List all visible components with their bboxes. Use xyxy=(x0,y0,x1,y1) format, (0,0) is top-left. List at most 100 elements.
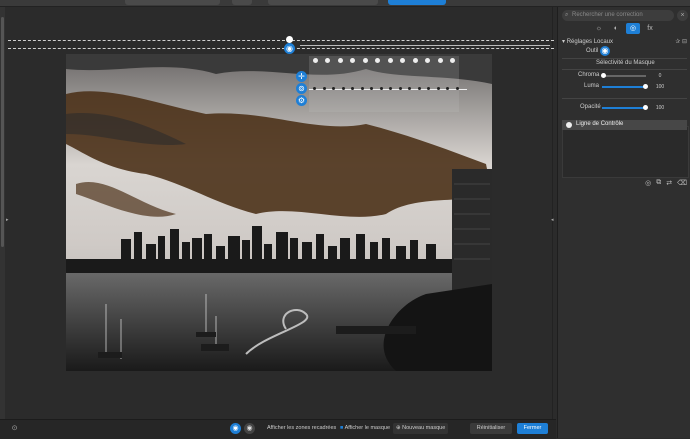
control-line-list xyxy=(562,126,689,178)
control-line-guide[interactable] xyxy=(8,40,554,41)
opacity-label: Opacité xyxy=(580,104,601,110)
contrast-icon[interactable] xyxy=(312,57,318,63)
control-line-handle[interactable] xyxy=(286,36,293,43)
divider xyxy=(562,69,687,70)
scroll-thumb[interactable] xyxy=(1,17,4,247)
selectivity-point[interactable] xyxy=(379,87,383,90)
divider xyxy=(562,58,687,59)
new-mask-label: Nouveau masque xyxy=(402,425,446,431)
add-point-icon[interactable]: ✛ xyxy=(296,71,307,82)
luma-value[interactable]: 100 xyxy=(653,84,667,91)
left-scroll-strip[interactable] xyxy=(0,7,5,419)
dot-icon[interactable] xyxy=(400,57,406,63)
selectivity-point[interactable] xyxy=(351,87,354,90)
opacity-value[interactable]: 100 xyxy=(653,105,667,112)
copy-icon[interactable]: ⧉ xyxy=(656,179,661,187)
compare-icon[interactable]: ◉ xyxy=(230,423,241,434)
selectivity-point[interactable] xyxy=(446,87,449,90)
panel-tabs: ☼ ◐ ◎ fx xyxy=(558,23,690,35)
toolbar-group[interactable] xyxy=(125,0,220,5)
cloud-icon[interactable] xyxy=(337,57,343,63)
selectivity-point[interactable] xyxy=(389,87,392,90)
selectivity-point[interactable] xyxy=(360,87,364,90)
tab-color[interactable]: ◐ xyxy=(609,23,623,34)
chroma-slider-knob[interactable] xyxy=(601,73,606,78)
swap-icon[interactable]: ⇄ xyxy=(666,179,672,187)
section-header[interactable]: ▾ Réglages Locaux xyxy=(562,38,613,45)
toolbar-group[interactable] xyxy=(232,0,252,5)
selectivity-point[interactable] xyxy=(313,87,316,90)
search-input[interactable]: ⌕ Rechercher une correction xyxy=(562,10,674,21)
dot-icon[interactable] xyxy=(437,57,443,63)
list-actions: ◎ ⧉ ⇄ ⌫ xyxy=(645,179,687,187)
dot-icon[interactable] xyxy=(387,57,393,63)
tab-light[interactable]: ☼ xyxy=(592,23,606,34)
eye-icon[interactable]: ◎ xyxy=(645,179,651,187)
tool-label: Outil xyxy=(586,48,599,54)
selectivity-point[interactable] xyxy=(408,87,411,90)
chroma-value[interactable]: 0 xyxy=(653,73,667,80)
opacity-slider-fill xyxy=(602,107,646,109)
opacity-slider-knob[interactable] xyxy=(643,105,648,110)
selectivity-icon-row xyxy=(309,56,459,64)
selectivity-point[interactable] xyxy=(427,87,430,90)
checkbox-icon[interactable]: ■ xyxy=(340,425,343,431)
dot-icon[interactable] xyxy=(450,57,456,63)
bottom-bar: ⊙ ◉ ◉ Afficher les zones recadrées ■ Aff… xyxy=(0,419,556,439)
control-line[interactable] xyxy=(300,45,550,46)
selectivity-point[interactable] xyxy=(341,87,345,90)
help-icon[interactable]: ⊙ xyxy=(9,423,20,434)
reset-button[interactable]: Réinitialiser xyxy=(470,423,512,434)
show-crop-zones-button[interactable]: Afficher les zones recadrées xyxy=(264,423,339,434)
sun-icon[interactable] xyxy=(350,57,356,63)
close-button[interactable]: Fermer xyxy=(517,423,548,434)
chevron-right-icon[interactable]: ▸ xyxy=(6,217,9,223)
dot-icon[interactable] xyxy=(375,57,381,63)
chevron-left-icon[interactable]: ◂ xyxy=(551,217,554,223)
toolbar-accent-button[interactable] xyxy=(388,0,446,5)
show-mask-toggle[interactable]: ■ Afficher le masque xyxy=(337,423,393,434)
plus-icon: ⊕ xyxy=(396,425,401,431)
new-mask-button[interactable]: ⊕ Nouveau masque xyxy=(393,423,449,434)
search-icon: ⌕ xyxy=(565,12,569,18)
selectivity-point[interactable] xyxy=(370,87,373,90)
mask-view-icon[interactable]: ◉ xyxy=(244,423,255,434)
half-circle-icon[interactable] xyxy=(325,57,331,63)
trash-icon[interactable]: ⌫ xyxy=(677,179,687,187)
dot-icon[interactable] xyxy=(362,57,368,63)
right-panel: ⌕ Rechercher une correction × ☼ ◐ ◎ fx ▾… xyxy=(557,7,690,438)
control-line-guide[interactable] xyxy=(8,48,554,49)
eyedropper-icon[interactable]: ⊚ xyxy=(296,83,307,94)
list-item-label: Ligne de Contrôle xyxy=(576,121,624,127)
selectivity-point[interactable] xyxy=(417,87,421,90)
chroma-label: Chroma xyxy=(578,72,600,78)
drop-icon[interactable] xyxy=(425,57,431,63)
selectivity-point[interactable] xyxy=(455,87,459,90)
selectivity-overlay[interactable] xyxy=(309,56,467,112)
search-placeholder: Rechercher une correction xyxy=(572,12,643,18)
selectivity-point[interactable] xyxy=(322,87,326,90)
divider xyxy=(552,7,553,419)
control-line-center-button[interactable]: ◉ xyxy=(284,43,295,54)
luma-slider[interactable] xyxy=(602,84,648,89)
selectivity-point[interactable] xyxy=(436,87,440,90)
list-item[interactable]: Ligne de Contrôle xyxy=(562,120,687,130)
section-header-icons[interactable]: ✰ ⊟ xyxy=(675,38,687,45)
opacity-slider[interactable] xyxy=(602,105,648,110)
tab-effects[interactable]: fx xyxy=(643,23,657,34)
selectivity-point[interactable] xyxy=(398,87,402,90)
tab-local-adjustments[interactable]: ◎ xyxy=(626,23,640,34)
gear-icon[interactable]: ⚙ xyxy=(296,95,307,106)
luma-label: Luma xyxy=(584,83,600,89)
luma-slider-knob[interactable] xyxy=(643,84,648,89)
chroma-slider[interactable] xyxy=(601,73,646,78)
toolbar-group[interactable] xyxy=(268,0,378,5)
luma-slider-fill xyxy=(602,86,646,88)
clear-search-button[interactable]: × xyxy=(677,10,688,21)
control-point-tool-icon[interactable]: ◉ xyxy=(600,46,610,56)
divider xyxy=(562,98,687,99)
top-toolbar xyxy=(0,0,690,7)
mask-selectivity-title: Sélectivité du Masque xyxy=(596,60,655,66)
selectivity-point[interactable] xyxy=(332,87,335,90)
triangle-icon[interactable] xyxy=(412,57,418,63)
